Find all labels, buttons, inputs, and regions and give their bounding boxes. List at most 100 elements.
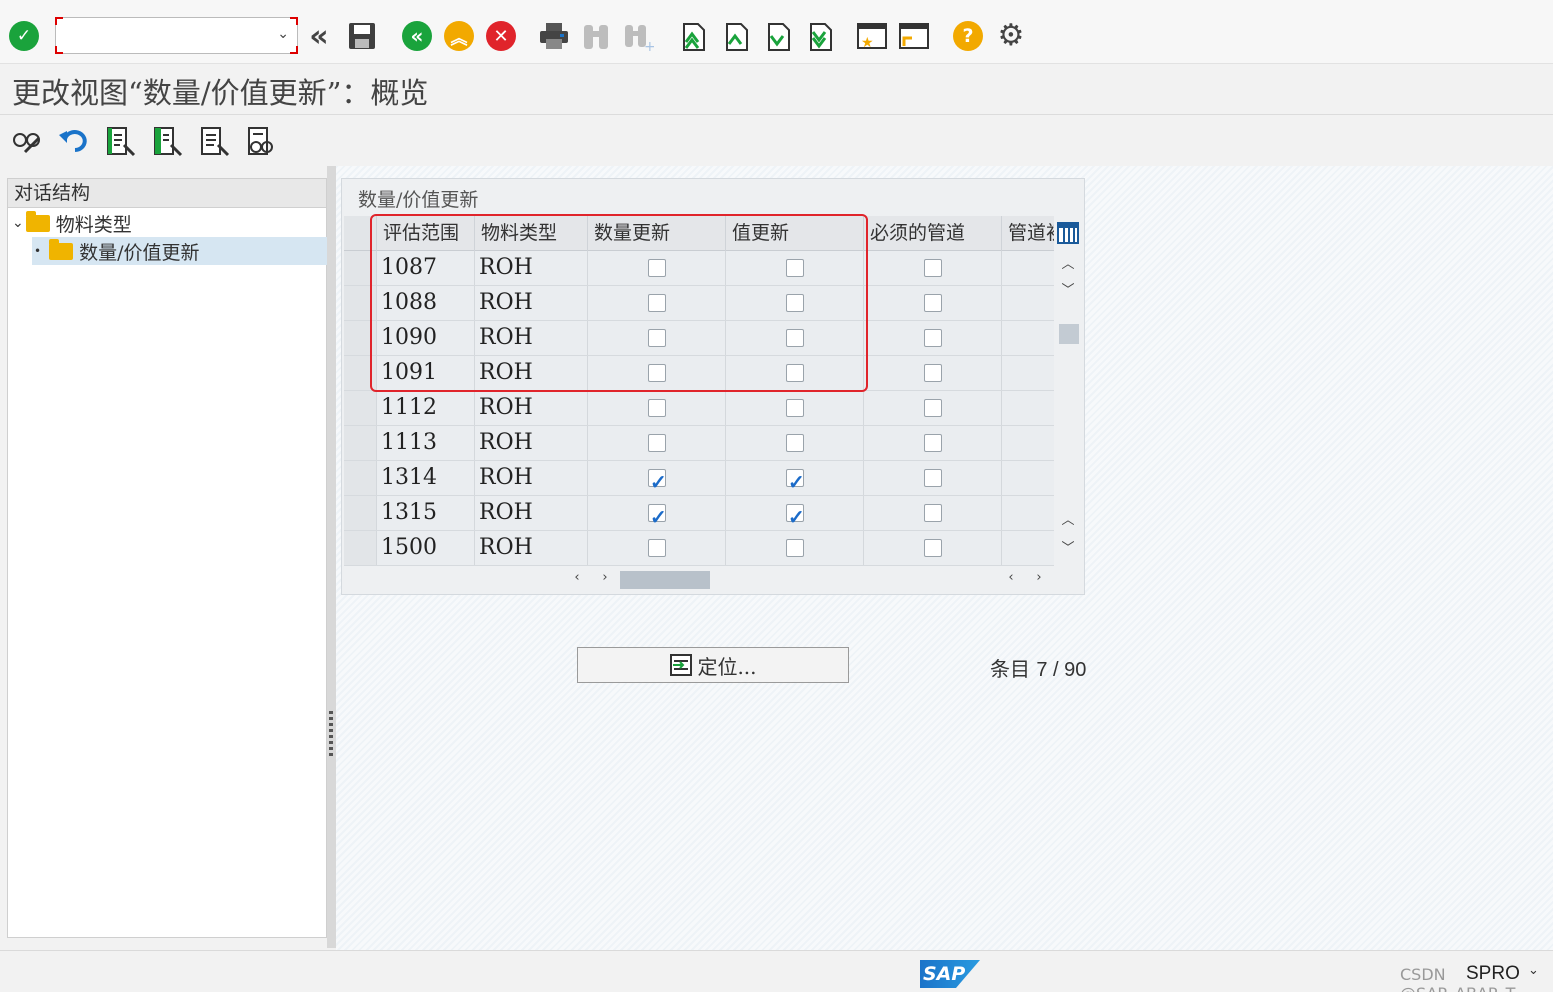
qty-update-checkbox[interactable] <box>648 465 667 499</box>
row-selector[interactable] <box>344 426 376 460</box>
value-update-checkbox[interactable] <box>786 364 804 382</box>
undo-icon[interactable] <box>56 124 90 158</box>
exit-icon[interactable]: ︽ <box>443 20 475 52</box>
scroll-right-icon[interactable]: › <box>1030 569 1048 587</box>
scroll-down-icon[interactable]: ﹀ <box>1059 282 1077 300</box>
checkbox-cell <box>587 391 725 425</box>
column-header[interactable]: 管道初 <box>1001 216 1054 251</box>
value-update-checkbox[interactable] <box>786 434 804 452</box>
tree-item-qty-value-update[interactable]: • 数量/价值更新 <box>32 237 327 265</box>
last-page-icon[interactable] <box>803 20 835 52</box>
previous-page-icon[interactable] <box>719 20 751 52</box>
row-selector[interactable] <box>344 461 376 495</box>
first-page-icon[interactable] <box>676 20 708 52</box>
qty-update-checkbox[interactable] <box>648 500 667 534</box>
cancel-icon[interactable]: ✕ <box>485 20 517 52</box>
copy-as-icon[interactable] <box>150 124 184 158</box>
value-update-checkbox[interactable] <box>786 399 804 417</box>
select-all-icon[interactable] <box>244 124 278 158</box>
delete-entries-icon[interactable] <box>197 124 231 158</box>
scroll-up-icon[interactable]: ︿ <box>1059 512 1077 530</box>
qty-update-checkbox[interactable] <box>648 539 666 557</box>
shortcut-icon[interactable] <box>898 20 930 52</box>
scroll-thumb[interactable] <box>620 571 710 589</box>
value-update-checkbox[interactable] <box>786 539 804 557</box>
save-icon[interactable] <box>346 20 378 52</box>
vertical-scrollbar[interactable]: ︿ ﹀ ︿ ﹀ <box>1055 252 1081 565</box>
qty-update-checkbox[interactable] <box>648 434 666 452</box>
pipeline-mandatory-checkbox[interactable] <box>924 539 942 557</box>
valuation-area-cell: 1087 <box>376 251 474 285</box>
row-selector[interactable] <box>344 251 376 285</box>
position-button[interactable]: 定位... <box>577 647 849 683</box>
print-icon[interactable] <box>538 20 570 52</box>
pipeline-mandatory-checkbox[interactable] <box>924 469 942 487</box>
pipeline-mandatory-checkbox[interactable] <box>924 259 942 277</box>
command-input[interactable] <box>60 22 260 49</box>
pipeline-mandatory-checkbox[interactable] <box>924 364 942 382</box>
value-update-checkbox[interactable] <box>786 500 805 534</box>
table-row: 1090 ROH <box>344 321 1054 356</box>
pipeline-mandatory-checkbox[interactable] <box>924 434 942 452</box>
value-update-checkbox[interactable] <box>786 259 804 277</box>
svg-text:+: + <box>644 39 654 51</box>
scroll-page-down-icon[interactable]: ﹀ <box>1059 540 1077 558</box>
panel-splitter[interactable] <box>327 166 336 948</box>
row-selector[interactable] <box>344 391 376 425</box>
chevron-down-icon[interactable]: ⌄ <box>1528 963 1539 978</box>
row-selector[interactable] <box>344 356 376 390</box>
column-header[interactable]: 评估范围 <box>376 216 474 251</box>
dialog-structure-panel: 对话结构 ⌄ 物料类型 • 数量/价值更新 <box>7 178 327 938</box>
row-selector[interactable] <box>344 531 376 565</box>
scroll-thumb[interactable] <box>1059 324 1079 344</box>
create-session-icon[interactable]: ★ <box>856 20 888 52</box>
command-field[interactable]: ⌄ <box>55 17 298 54</box>
expand-history-icon[interactable]: « <box>303 19 335 54</box>
back-icon[interactable]: « <box>401 20 433 52</box>
next-page-icon[interactable] <box>761 20 793 52</box>
qty-update-checkbox[interactable] <box>648 259 666 277</box>
qty-update-checkbox[interactable] <box>648 294 666 312</box>
select-all-cell[interactable] <box>344 216 376 250</box>
row-selector[interactable] <box>344 321 376 355</box>
scroll-left-icon[interactable]: ‹ <box>1002 569 1020 587</box>
pipeline-mandatory-checkbox[interactable] <box>924 504 942 522</box>
horizontal-scrollbar[interactable]: ‹ › ‹ › <box>342 565 1082 593</box>
enter-icon[interactable]: ✓ <box>8 20 40 52</box>
column-header[interactable]: 数量更新 <box>587 216 725 251</box>
qty-update-checkbox[interactable] <box>648 329 666 347</box>
pipeline-mandatory-checkbox[interactable] <box>924 399 942 417</box>
qty-update-checkbox[interactable] <box>648 364 666 382</box>
help-icon[interactable]: ? <box>952 20 984 52</box>
column-header[interactable]: 必须的管道 <box>863 216 1001 251</box>
chevron-down-icon[interactable]: ⌄ <box>277 26 289 42</box>
display-change-icon[interactable] <box>10 124 44 158</box>
table-control: 数量/价值更新 评估范围物料类型数量更新值更新必须的管道管道初1087ROH10… <box>341 178 1085 595</box>
table-row: 1087 ROH <box>344 251 1054 286</box>
pipeline-mandatory-checkbox[interactable] <box>924 329 942 347</box>
new-entries-icon[interactable] <box>103 124 137 158</box>
qty-update-checkbox[interactable] <box>648 399 666 417</box>
column-settings-icon[interactable] <box>1055 219 1081 247</box>
value-update-checkbox[interactable] <box>786 465 805 499</box>
value-update-checkbox[interactable] <box>786 294 804 312</box>
tree-item-material-type[interactable]: ⌄ 物料类型 <box>12 209 132 237</box>
pipeline-mandatory-checkbox[interactable] <box>924 294 942 312</box>
scroll-left-icon[interactable]: ‹ <box>568 569 586 587</box>
chevron-down-icon[interactable]: ⌄ <box>12 215 24 231</box>
material-type-cell: ROH <box>474 391 587 425</box>
table-row: 1112 ROH <box>344 391 1054 426</box>
pipeline-cell <box>1001 461 1054 495</box>
checkbox-cell <box>725 426 863 460</box>
scroll-page-up-icon[interactable]: ︿ <box>1059 256 1077 274</box>
settings-icon[interactable]: ⚙ <box>995 20 1027 52</box>
checkbox-cell <box>725 461 863 499</box>
row-selector[interactable] <box>344 286 376 320</box>
scroll-right-icon[interactable]: › <box>596 569 614 587</box>
value-update-checkbox[interactable] <box>786 329 804 347</box>
row-selector[interactable] <box>344 496 376 530</box>
table-row: 1088 ROH <box>344 286 1054 321</box>
column-header[interactable]: 值更新 <box>725 216 863 251</box>
column-header[interactable]: 物料类型 <box>474 216 587 251</box>
entries-total: 90 <box>1064 659 1087 681</box>
